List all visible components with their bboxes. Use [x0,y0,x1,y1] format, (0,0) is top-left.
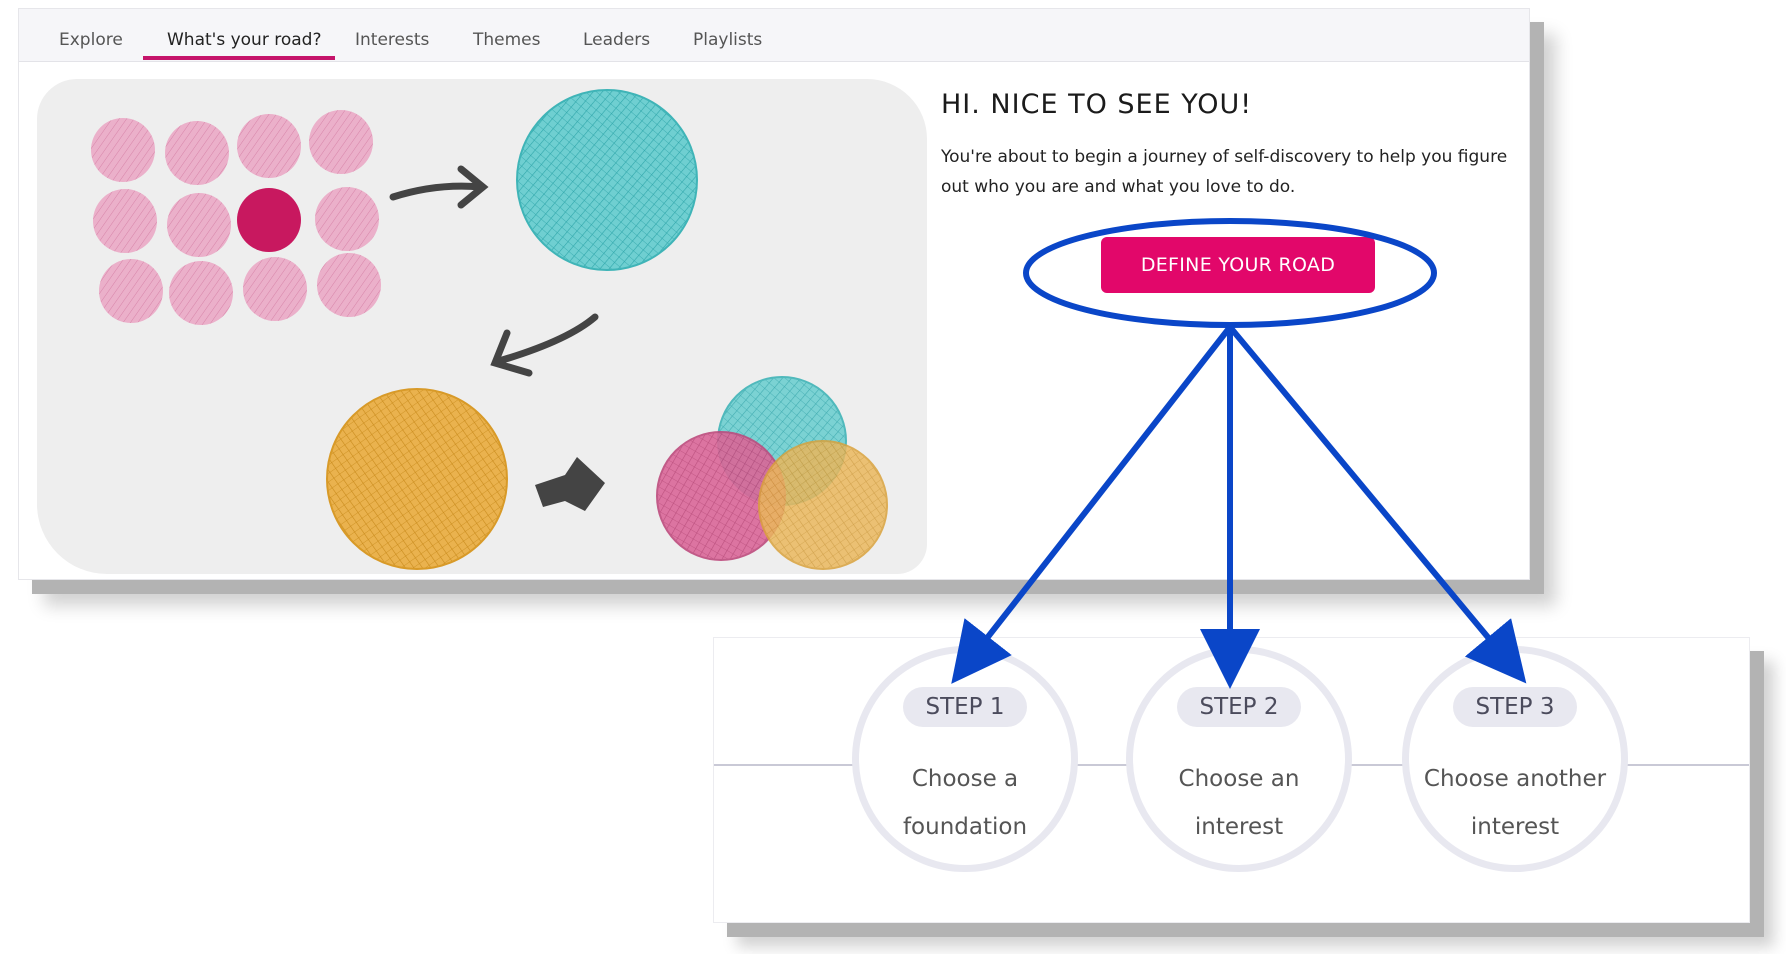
annotation-overlay [951,218,1527,689]
highlight-ellipse [1023,218,1437,328]
arrow-to-step-3 [1227,325,1527,684]
annotation-arrows [951,325,1527,689]
arrow-to-step-1 [951,325,1233,684]
